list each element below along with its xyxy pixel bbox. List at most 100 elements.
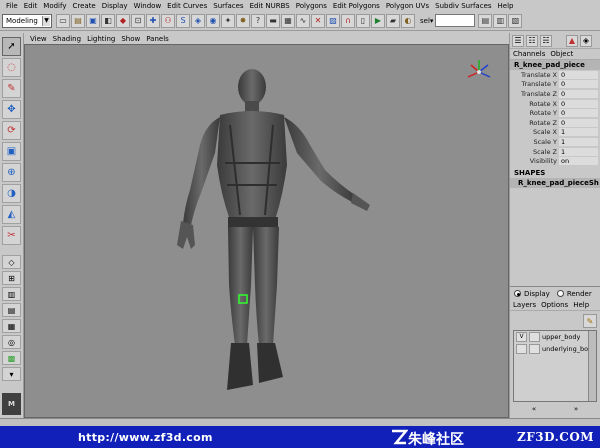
attribute-icon[interactable]: ◈ [580,34,592,47]
layer-nav-next[interactable]: » [574,405,578,415]
attribute-value[interactable]: 0 [559,80,598,89]
channel-box-icon[interactable]: ☰ [512,34,524,47]
layer-editor-icon[interactable]: ☷ [526,34,538,47]
character-model[interactable] [25,45,509,418]
time-slider[interactable] [0,418,600,426]
construction-history-icon[interactable]: ▯ [356,13,370,28]
layout-stacked-icon[interactable]: ▤ [2,303,21,317]
last-tool-icon[interactable]: ✂ [2,226,21,245]
channel-layer-icon[interactable]: ☵ [540,34,552,47]
layer-visibility-toggle[interactable]: V [516,332,527,342]
channel-box-tab-channels[interactable]: Channels [513,50,550,58]
channel-box-tab-object[interactable]: Object [550,50,578,58]
menu-edit[interactable]: Edit [21,2,41,10]
menu-polygons[interactable]: Polygons [293,2,330,10]
select-component-icon[interactable]: ⊡ [131,13,145,28]
attribute-value[interactable]: 1 [559,128,598,137]
panel-menu-view[interactable]: View [27,35,50,43]
attribute-editor-toggle-icon[interactable]: ▥ [493,13,508,28]
layer-list-scrollbar[interactable] [588,331,596,401]
menu-window[interactable]: Window [131,2,165,10]
snap-grid-icon[interactable]: ▦ [281,13,295,28]
menu-polygon-uvs[interactable]: Polygon UVs [383,2,432,10]
mask-deformations-icon[interactable]: ◉ [206,13,220,28]
menu-file[interactable]: File [3,2,21,10]
save-scene-icon[interactable]: ▣ [86,13,100,28]
shape-node-name[interactable]: R_knee_pad_pieceSh [510,177,600,188]
new-scene-icon[interactable]: ▭ [56,13,70,28]
layer-type-toggle[interactable] [529,332,540,342]
layer-nav-prev[interactable]: « [532,405,536,415]
snap-magnet-icon[interactable]: ∩ [341,13,355,28]
attribute-value[interactable]: 1 [559,137,598,146]
layer-row[interactable]: V upper_body [514,331,596,343]
panel-menu-panels[interactable]: Panels [143,35,172,43]
layer-menu-options[interactable]: Options [541,301,573,309]
layout-single-icon[interactable]: ◇ [2,255,21,269]
attribute-value[interactable]: 0 [559,109,598,118]
select-hierarchy-icon[interactable]: ◧ [101,13,115,28]
mask-rendering-icon[interactable]: ✸ [236,13,250,28]
soft-mod-tool-icon[interactable]: ◑ [2,184,21,203]
layer-visibility-toggle[interactable] [516,344,527,354]
lasso-tool-icon[interactable]: ◌ [2,58,21,77]
mask-surfaces-icon[interactable]: ◈ [191,13,205,28]
move-tool-icon[interactable]: ✥ [2,100,21,119]
attribute-value[interactable]: on [559,157,598,166]
layer-menu-help[interactable]: Help [573,301,594,309]
layout-hypershade-icon[interactable]: ◎ [2,335,21,349]
channel-box-toggle-icon[interactable]: ▤ [478,13,493,28]
snap-plane-icon[interactable]: ▨ [326,13,340,28]
ipr-render-icon[interactable]: ▰ [386,13,400,28]
rotate-tool-icon[interactable]: ⟳ [2,121,21,140]
menu-surfaces[interactable]: Surfaces [210,2,246,10]
menu-subdiv-surfaces[interactable]: Subdiv Surfaces [432,2,494,10]
render-globals-icon[interactable]: ◐ [401,13,415,28]
layout-four-icon[interactable]: ⊞ [2,271,21,285]
open-scene-icon[interactable]: ▤ [71,13,85,28]
attribute-value[interactable]: 0 [559,70,598,79]
display-radio[interactable] [514,290,521,297]
panel-menu-shading[interactable]: Shading [50,35,84,43]
menu-create[interactable]: Create [69,2,98,10]
mask-dynamics-icon[interactable]: ✦ [221,13,235,28]
attribute-value[interactable]: 1 [559,147,598,156]
attribute-value[interactable]: 0 [559,118,598,127]
menu-edit-polygons[interactable]: Edit Polygons [330,2,383,10]
show-manipulator-icon[interactable]: ◭ [2,205,21,224]
scale-tool-icon[interactable]: ▣ [2,142,21,161]
selected-object-name[interactable]: R_knee_pad_piece [510,60,600,70]
selection-input[interactable] [435,14,476,27]
lock-selection-icon[interactable]: ▬ [266,13,280,28]
attribute-value[interactable]: 0 [559,89,598,98]
new-layer-icon[interactable]: ✎ [583,314,597,328]
mask-misc-icon[interactable]: ? [251,13,265,28]
mask-joints-icon[interactable]: ⚇ [161,13,175,28]
snap-point-icon[interactable]: ✕ [311,13,325,28]
select-tool-icon[interactable]: ➚ [2,37,21,56]
panel-menu-show[interactable]: Show [118,35,143,43]
panel-menu-lighting[interactable]: Lighting [84,35,118,43]
layout-side-by-side-icon[interactable]: ▥ [2,287,21,301]
render-radio[interactable] [556,290,564,297]
menu-modify[interactable]: Modify [40,2,69,10]
mask-handles-icon[interactable]: ✚ [146,13,160,28]
render-frame-icon[interactable]: ▶ [371,13,385,28]
perspective-viewport[interactable] [24,44,509,418]
menu-display[interactable]: Display [99,2,131,10]
layer-row[interactable]: underlying_bo [514,343,596,355]
menu-edit-nurbs[interactable]: Edit NURBS [247,2,293,10]
menu-edit-curves[interactable]: Edit Curves [164,2,210,10]
paint-select-tool-icon[interactable]: ✎ [2,79,21,98]
tool-settings-icon[interactable]: ▲ [566,34,578,47]
tool-settings-toggle-icon[interactable]: ▧ [508,13,523,28]
layout-graph-icon[interactable]: ▩ [2,351,21,365]
menu-help[interactable]: Help [495,2,517,10]
manipulator-tool-icon[interactable]: ⊕ [2,163,21,182]
mode-dropdown[interactable]: Modeling ▼ [2,13,52,28]
layout-custom-icon[interactable]: ▾ [2,367,21,381]
layer-menu-layers[interactable]: Layers [513,301,541,309]
snap-curve-icon[interactable]: ∿ [296,13,310,28]
mask-curves-icon[interactable]: S [176,13,190,28]
select-object-icon[interactable]: ◆ [116,13,130,28]
